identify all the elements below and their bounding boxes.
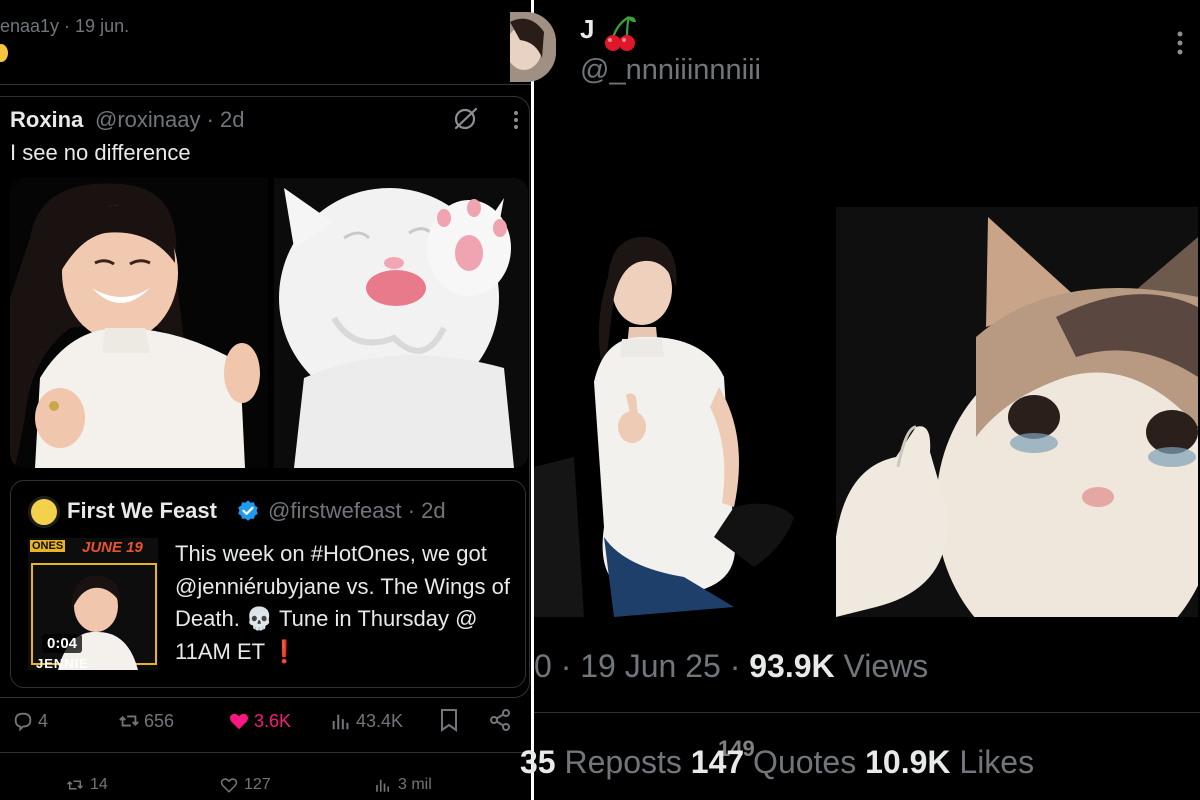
more-options-icon[interactable] <box>504 108 528 132</box>
divider <box>0 84 532 85</box>
repost-count: 656 <box>144 710 175 731</box>
repost-icon <box>119 715 139 727</box>
thumb-brand-label: ONES <box>30 540 66 552</box>
reply-button[interactable]: 4 <box>12 708 48 734</box>
share-icon[interactable] <box>488 708 512 732</box>
hot-ones-video-thumbnail[interactable]: ONES JUNE 19 0:04 JENNIE <box>28 538 158 670</box>
quotes-count[interactable]: 147 <box>691 744 744 780</box>
heart-filled-icon <box>229 713 249 730</box>
reposts-count[interactable]: 35 <box>520 744 556 780</box>
thumb-name-label: JENNIE <box>36 656 89 670</box>
nested-author-handle[interactable]: @firstwefeast · 2d <box>268 498 446 524</box>
thumb-date-label: JUNE 19 <box>82 539 143 556</box>
views-chart-icon <box>332 714 349 730</box>
divider <box>534 712 1200 713</box>
divider <box>0 752 532 753</box>
reply-icon <box>14 712 32 732</box>
quoted-author-name[interactable]: Roxina <box>10 107 83 133</box>
repost-count-bottom: 14 <box>90 776 108 793</box>
views-button-bottom[interactable]: 3 mil <box>374 774 432 796</box>
like-count-bottom: 127 <box>244 776 271 793</box>
quoted-author-handle[interactable]: @roxinaay · 2d <box>95 107 245 133</box>
white-kitten-photo[interactable] <box>274 178 528 468</box>
bookmark-icon[interactable] <box>438 708 460 732</box>
views-label: Views <box>834 648 929 684</box>
author-name[interactable]: J <box>580 14 594 45</box>
grok-icon[interactable] <box>452 106 478 132</box>
crying-cat-thumbs-up-photo[interactable] <box>836 207 1198 617</box>
views-count: 43.4K <box>356 710 404 731</box>
views-count: 93.9K <box>749 648 835 684</box>
quoted-tweet-text: I see no difference <box>10 140 191 165</box>
reposts-label[interactable]: Reposts <box>556 744 691 780</box>
reply-count: 4 <box>38 710 49 731</box>
quotes-label[interactable]: Quotes <box>744 744 865 780</box>
cherry-emoji-icon <box>605 16 636 51</box>
parent-tweet-meta: enaa1y · 19 jun. <box>0 16 130 36</box>
nested-tweet-text: This week on #HotOnes, we got @jenniérub… <box>175 541 510 664</box>
like-count: 3.6K <box>254 710 292 731</box>
left-screenshot: enaa1y · 19 jun. Roxina @roxinaay · 2d I… <box>0 0 532 800</box>
views-button[interactable]: 43.4K <box>330 708 403 734</box>
engagement-stats: 35 Reposts 147 Quotes 10.9K Likes <box>520 744 1034 781</box>
heart-icon <box>220 778 238 793</box>
first-we-feast-avatar[interactable] <box>28 496 60 528</box>
more-options-icon[interactable] <box>1170 28 1190 58</box>
repost-icon <box>66 780 84 790</box>
author-handle[interactable]: @_nnniiinnniii <box>580 54 761 87</box>
likes-count[interactable]: 10.9K <box>865 744 950 780</box>
likes-label[interactable]: Likes <box>951 744 1034 780</box>
tweet-timestamp-views: 0 · 19 Jun 25 · 93.9K Views <box>534 648 928 685</box>
verified-badge-icon <box>238 500 258 521</box>
views-chart-icon <box>376 779 390 792</box>
emoji-icon <box>0 44 8 62</box>
repost-button-bottom[interactable]: 14 <box>66 774 108 796</box>
timestamp-text: 0 · 19 Jun 25 · <box>534 648 750 684</box>
jennie-smiling-photo[interactable] <box>10 178 268 468</box>
nested-author-name[interactable]: First We Feast <box>67 498 217 524</box>
like-button[interactable]: 3.6K <box>228 708 291 734</box>
views-count-bottom: 3 mil <box>398 776 432 793</box>
like-button-bottom[interactable]: 127 <box>220 774 271 796</box>
repost-button[interactable]: 656 <box>118 708 174 734</box>
jennie-thumbs-up-photo[interactable] <box>534 207 830 617</box>
video-duration: 0:04 <box>42 634 83 653</box>
